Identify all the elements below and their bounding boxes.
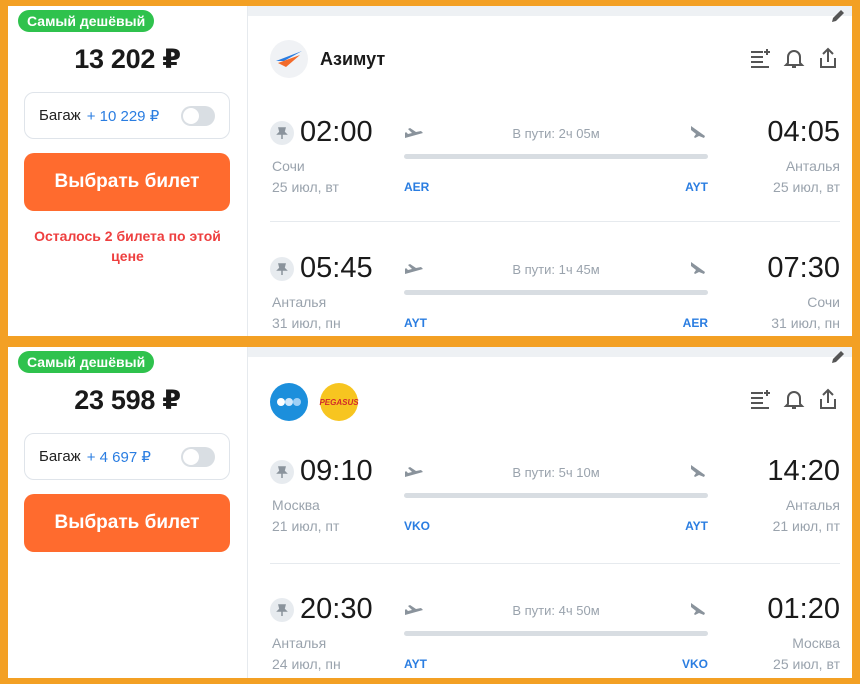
- pin-icon[interactable]: [270, 597, 294, 622]
- pin-icon[interactable]: [270, 459, 294, 484]
- departure-city: Анталья: [272, 294, 327, 310]
- flight-duration: В пути: 5ч 10м: [512, 465, 600, 480]
- departure-date: 25 июл, вт: [272, 179, 339, 195]
- bell-icon[interactable]: [782, 387, 806, 411]
- pin-icon[interactable]: [270, 256, 294, 281]
- landing-icon: [691, 603, 705, 615]
- ticket-price: 13 202 ₽: [74, 44, 181, 74]
- top-strip: [248, 6, 852, 16]
- arrival-airport-code: AYT: [685, 180, 708, 194]
- arrival-city: Анталья: [785, 158, 840, 174]
- bell-icon[interactable]: [782, 46, 806, 70]
- flight-duration: В пути: 4ч 50м: [512, 603, 600, 618]
- route-line: [404, 631, 708, 636]
- arrival-date: 21 июл, пт: [772, 518, 840, 534]
- landing-icon: [691, 465, 705, 477]
- pegasus-logo-icon: PEGASUS: [319, 383, 359, 421]
- price-panel: Самый дешёвый 13 202 ₽ Багаж + 10 229 ₽ …: [8, 6, 248, 336]
- arrival-time: 01:20: [767, 593, 840, 625]
- baggage-toggle[interactable]: [181, 105, 215, 126]
- airline-dots-logo-icon: [270, 383, 308, 421]
- flight-segment-outbound[interactable]: 02:00 В пути: 2ч 05м 04:05 Сочи Анталья …: [270, 116, 840, 216]
- flight-details: Азимут 02:00 В пути: 2ч 05м 04:05 Сочи А…: [248, 6, 852, 336]
- segment-divider: [270, 221, 840, 222]
- pencil-icon[interactable]: [830, 349, 846, 365]
- arrival-time: 14:20: [767, 455, 840, 487]
- segment-divider: [270, 563, 840, 564]
- departure-city: Сочи: [272, 158, 305, 174]
- flight-duration: В пути: 2ч 05м: [512, 126, 600, 141]
- airline-info: PEGASUS: [270, 383, 359, 421]
- departure-date: 24 июл, пн: [272, 656, 341, 672]
- departure-time: 20:30: [300, 593, 373, 625]
- arrival-time: 04:05: [767, 116, 840, 148]
- baggage-price: + 4 697 ₽: [86, 448, 151, 466]
- baggage-option[interactable]: Багаж + 4 697 ₽: [24, 433, 230, 480]
- route-line: [404, 290, 708, 295]
- arrival-time: 07:30: [767, 252, 840, 284]
- arrival-city: Сочи: [807, 294, 840, 310]
- baggage-price: + 10 229 ₽: [86, 107, 160, 125]
- route-line: [404, 493, 708, 498]
- ticket-price: 23 598 ₽: [74, 385, 181, 415]
- flight-details: PEGASUS 09:10 В пути: 5ч 10м 14:20 Москв…: [248, 347, 852, 678]
- airline-info: Азимут: [270, 40, 385, 78]
- arrival-airport-code: VKO: [681, 657, 708, 671]
- arrival-airport-code: AER: [682, 316, 708, 330]
- departure-date: 31 июл, пн: [272, 315, 341, 331]
- landing-icon: [691, 262, 705, 274]
- card-actions: [748, 46, 840, 70]
- card-actions: [748, 387, 840, 411]
- ticket-card-2: Самый дешёвый 23 598 ₽ Багаж + 4 697 ₽ В…: [8, 347, 852, 678]
- pencil-icon[interactable]: [830, 8, 846, 24]
- baggage-label: Багаж: [39, 448, 81, 465]
- share-icon[interactable]: [816, 46, 840, 70]
- add-to-list-icon[interactable]: [748, 387, 772, 411]
- arrival-city: Москва: [792, 635, 840, 651]
- departure-time: 05:45: [300, 252, 373, 284]
- azimut-logo-icon: [270, 40, 308, 78]
- price-panel: Самый дешёвый 23 598 ₽ Багаж + 4 697 ₽ В…: [8, 347, 248, 678]
- flight-duration: В пути: 1ч 45м: [512, 262, 600, 277]
- departure-city: Анталья: [272, 635, 327, 651]
- departure-airport-code: VKO: [404, 519, 431, 533]
- cheapest-badge: Самый дешёвый: [18, 10, 155, 32]
- arrival-date: 25 июл, вт: [773, 656, 840, 672]
- choose-ticket-button[interactable]: Выбрать билет: [24, 153, 230, 211]
- pin-icon[interactable]: [270, 120, 294, 145]
- flight-segment-outbound[interactable]: 09:10 В пути: 5ч 10м 14:20 Москва Анталь…: [270, 455, 840, 555]
- baggage-option[interactable]: Багаж + 10 229 ₽: [24, 92, 230, 139]
- choose-ticket-button[interactable]: Выбрать билет: [24, 494, 230, 552]
- share-icon[interactable]: [816, 387, 840, 411]
- route-line: [404, 154, 708, 159]
- departure-time: 02:00: [300, 116, 373, 148]
- arrival-airport-code: AYT: [685, 519, 708, 533]
- add-to-list-icon[interactable]: [748, 46, 772, 70]
- ticket-card-1: Самый дешёвый 13 202 ₽ Багаж + 10 229 ₽ …: [8, 6, 852, 336]
- arrival-date: 31 июл, пн: [771, 315, 840, 331]
- top-strip: [248, 347, 852, 357]
- cheapest-badge: Самый дешёвый: [18, 351, 155, 373]
- departure-date: 21 июл, пт: [272, 518, 340, 534]
- departure-airport-code: AYT: [404, 657, 427, 671]
- departure-time: 09:10: [300, 455, 373, 487]
- flight-segment-return[interactable]: 05:45 В пути: 1ч 45м 07:30 Анталья Сочи …: [270, 252, 840, 336]
- seats-left-warning: Осталось 2 билета по этой цене: [34, 228, 221, 264]
- baggage-label: Багаж: [39, 107, 81, 124]
- landing-icon: [691, 126, 705, 138]
- arrival-date: 25 июл, вт: [773, 179, 840, 195]
- departure-airport-code: AYT: [404, 316, 427, 330]
- airline-name: Азимут: [320, 48, 386, 69]
- departure-airport-code: AER: [404, 180, 430, 194]
- arrival-city: Анталья: [785, 497, 840, 513]
- flight-segment-return[interactable]: 20:30 В пути: 4ч 50м 01:20 Анталья Москв…: [270, 593, 840, 678]
- baggage-toggle[interactable]: [181, 446, 215, 467]
- departure-city: Москва: [272, 497, 320, 513]
